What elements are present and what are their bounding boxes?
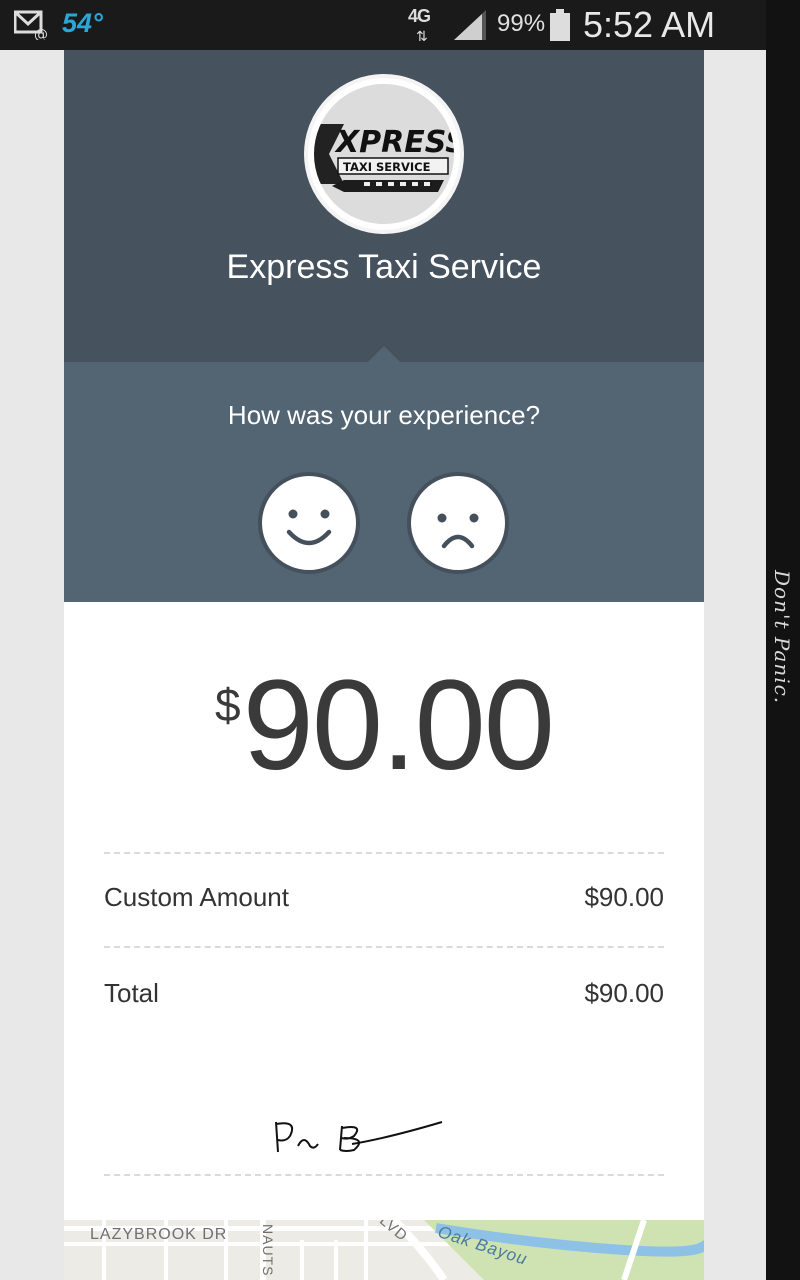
smile-icon	[286, 509, 332, 546]
logo-subtext: TAXI SERVICE	[343, 160, 431, 174]
feedback-question: How was your experience?	[227, 400, 541, 430]
header-notch	[368, 346, 400, 362]
divider	[104, 1174, 664, 1176]
merchant-name: Express Taxi Service	[226, 248, 542, 286]
receipt-card: XPRESS TAXI SERVICE Express Taxi Service…	[64, 50, 704, 1280]
amount-value: 90.00	[242, 654, 555, 797]
happy-face-button[interactable]	[258, 472, 360, 574]
side-caption: Don't Panic.	[770, 570, 794, 705]
logo-wordmark: XPRESS	[334, 125, 454, 160]
logo-image: XPRESS TAXI SERVICE	[314, 84, 454, 224]
line-item-value: $90.00	[584, 882, 664, 912]
data-activity-icon: ⇅	[416, 28, 428, 44]
total-amount-display: $90.00	[64, 652, 704, 799]
map-street-label: LAZYBROOK DR	[90, 1226, 228, 1243]
sad-face-button[interactable]	[407, 472, 509, 574]
total-label: Total	[104, 978, 159, 1008]
merchant-header: XPRESS TAXI SERVICE Express Taxi Service	[64, 50, 704, 362]
map-preview[interactable]: LAZYBROOK DR NAUTS LVD Oak Bayou	[64, 1220, 704, 1280]
taxi-logo-graphic: XPRESS TAXI SERVICE	[314, 84, 454, 224]
weather-temperature: 54°	[62, 8, 103, 38]
receipt-body: $90.00 Custom Amount $90.00 Total $90.00	[64, 602, 704, 1222]
svg-text:@: @	[34, 27, 48, 40]
frown-icon	[437, 513, 479, 549]
network-type: 4G	[408, 6, 431, 26]
feedback-panel: How was your experience?	[64, 362, 704, 602]
clock-time: 5:52 AM	[583, 4, 716, 45]
status-bar: @ 54° 4G ⇅ 99% 5:52 AM	[0, 0, 766, 50]
signal-strength-icon	[454, 10, 486, 40]
currency-symbol: $	[215, 679, 241, 731]
battery-icon	[550, 9, 570, 41]
merchant-logo: XPRESS TAXI SERVICE	[304, 74, 464, 234]
divider	[104, 946, 664, 948]
customer-signature	[275, 1121, 443, 1153]
mail-notification-icon: @	[14, 10, 48, 40]
divider	[104, 852, 664, 854]
total-value: $90.00	[584, 978, 664, 1008]
battery-percent: 99%	[497, 10, 546, 37]
map-street-label: NAUTS	[260, 1224, 276, 1277]
line-item-label: Custom Amount	[104, 882, 289, 912]
network-indicator: 4G ⇅	[408, 6, 448, 44]
